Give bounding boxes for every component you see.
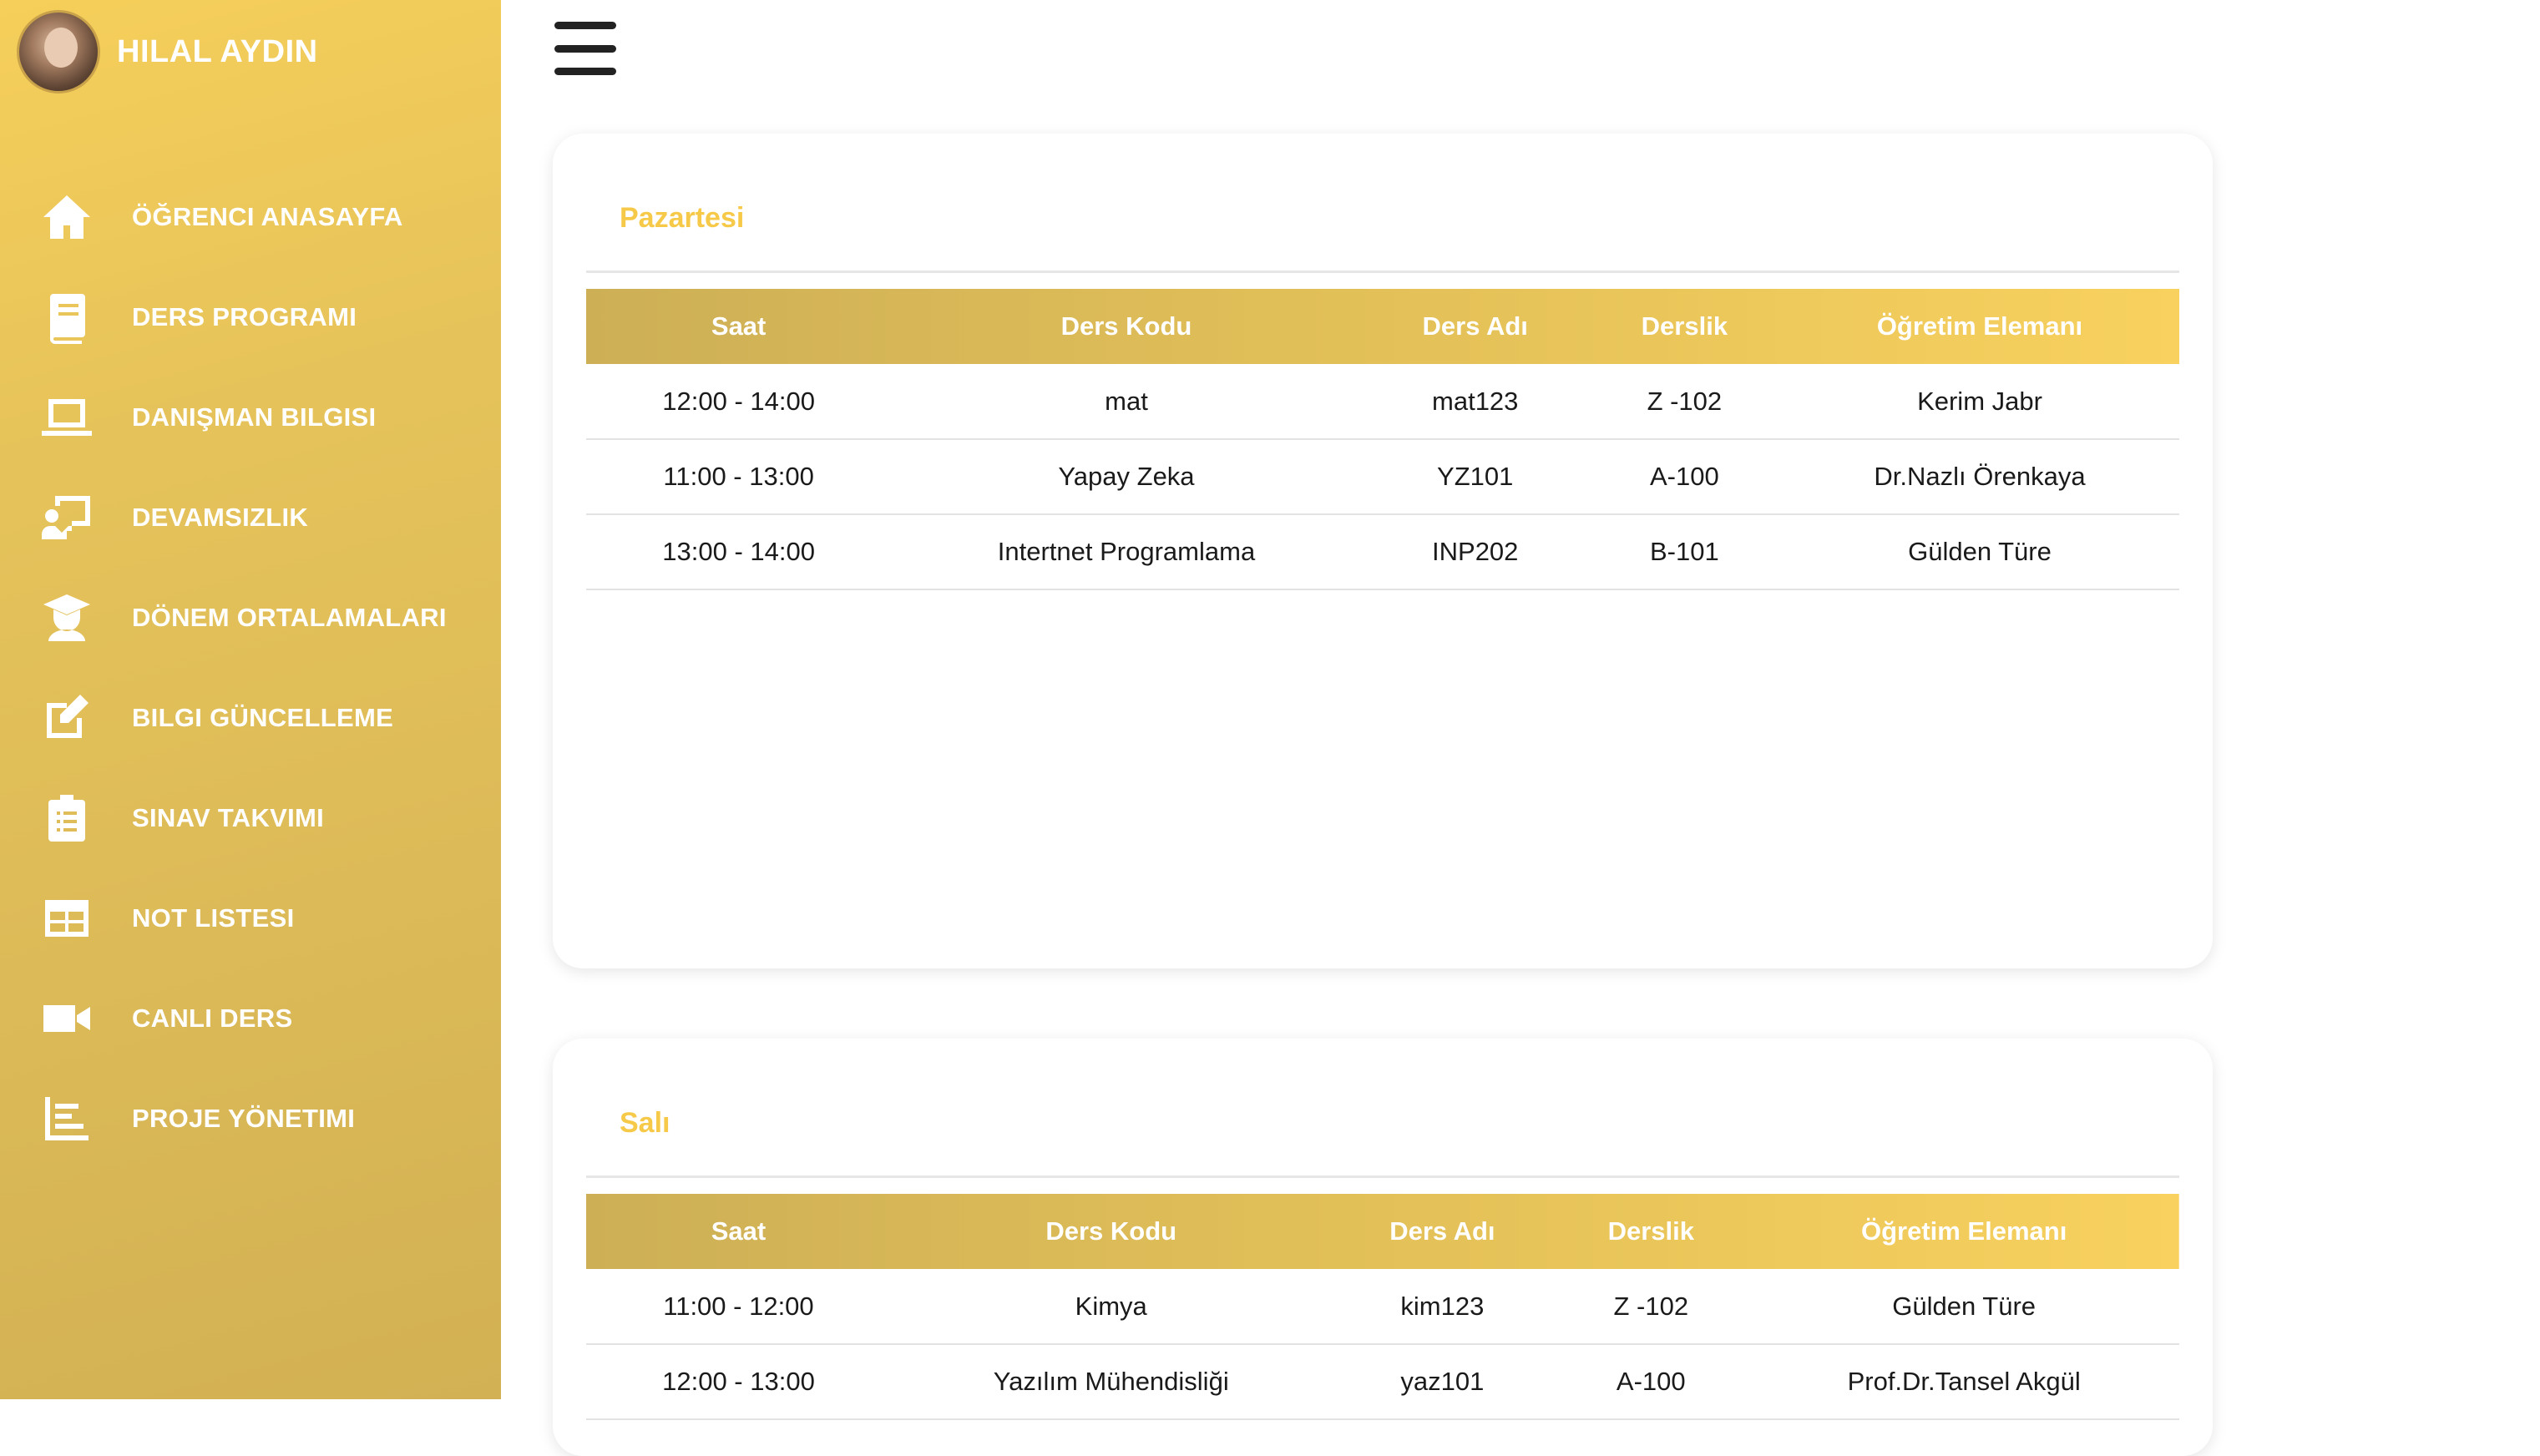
chart-bar-icon [37,1089,97,1149]
cell-ders-kodu: mat [891,364,1362,440]
avatar[interactable] [17,10,100,94]
column-header-ders-adi: Ders Adı [1422,311,1528,341]
cell-saat: 12:00 - 13:00 [586,1344,891,1420]
sidebar-item-label: BILGI GÜNCELLEME [132,703,394,732]
column-header-ders-kodu: Ders Kodu [1060,311,1192,341]
column-header-derslik: Derslik [1641,311,1728,341]
cell-derslik: Z -102 [1588,364,1780,440]
cell-saat: 12:00 - 14:00 [586,364,892,440]
cell-ders-adi: kim123 [1331,1269,1554,1345]
cell-ders-adi: INP202 [1361,514,1589,590]
cell-derslik: Z -102 [1553,1269,1749,1345]
cell-ders-adi: mat123 [1361,364,1589,440]
sidebar-item-label: SINAV TAKVIMI [132,803,325,832]
divider [586,1175,2179,1178]
cell-ders-adi: YZ101 [1361,439,1589,515]
edit-icon [37,688,97,748]
cell-ogretim-elemani: Gülden Türe [1748,1269,2179,1345]
cell-ders-kodu: Yapay Zeka [891,439,1362,515]
table-row: 12:00 - 13:00 Yazılım Mühendisliği yaz10… [586,1344,2179,1420]
cell-saat: 11:00 - 13:00 [586,439,892,515]
column-header-ders-adi: Ders Adı [1389,1216,1495,1246]
cell-ogretim-elemani: Dr.Nazlı Örenkaya [1780,439,2179,515]
sidebar-item-label: PROJE YÖNETIMI [132,1104,356,1133]
sidebar-item-label: DANIŞMAN BILGISI [132,402,377,432]
day-title: Salı [620,1107,670,1139]
column-header-ders-kodu: Ders Kodu [1045,1216,1177,1246]
table-row: 11:00 - 12:00 Kimya kim123 Z -102 Gülden… [586,1269,2179,1345]
sidebar-item-ders-programi[interactable]: DERS PROGRAMI [0,267,501,367]
day-title: Pazartesi [620,202,745,234]
sidebar-item-label: ÖĞRENCI ANASAYFA [132,202,403,231]
sidebar-item-label: DÖNEM ORTALAMALARI [132,603,447,632]
home-icon [37,187,97,247]
cell-ders-adi: yaz101 [1331,1344,1554,1420]
sidebar-item-proje-yonetimi[interactable]: PROJE YÖNETIMI [0,1069,501,1169]
column-header-saat: Saat [711,1216,767,1246]
cell-derslik: A-100 [1588,439,1780,515]
cell-ders-kodu: Kimya [890,1269,1332,1345]
user-profile[interactable]: HILAL AYDIN [17,10,318,94]
cell-saat: 13:00 - 14:00 [586,514,892,590]
sidebar-nav: ÖĞRENCI ANASAYFA DERS PROGRAMI DANIŞMAN … [0,167,501,1169]
divider [586,270,2179,273]
sidebar: HILAL AYDIN ÖĞRENCI ANASAYFA DERS PROGRA… [0,0,501,1399]
sidebar-item-danisman-bilgisi[interactable]: DANIŞMAN BILGISI [0,367,501,468]
cell-ogretim-elemani: Prof.Dr.Tansel Akgül [1748,1344,2179,1420]
column-header-ogretim-elemani: Öğretim Elemanı [1876,311,2083,341]
teacher-icon [37,488,97,548]
column-header-saat: Saat [711,311,767,341]
sidebar-item-ogrenci-anasayfa[interactable]: ÖĞRENCI ANASAYFA [0,167,501,267]
schedule-table: Saat Ders Kodu Ders Adı Derslik Öğretim … [586,1194,2179,1420]
column-header-ogretim-elemani: Öğretim Elemanı [1860,1216,2067,1246]
menu-toggle-button[interactable] [554,22,616,75]
sidebar-item-label: NOT LISTESI [132,903,295,933]
cell-saat: 11:00 - 12:00 [586,1269,891,1345]
table-row: 13:00 - 14:00 Intertnet Programlama INP2… [586,514,2179,590]
graduate-icon [37,588,97,648]
column-header-derslik: Derslik [1607,1216,1694,1246]
sidebar-item-label: DEVAMSIZLIK [132,503,309,532]
sidebar-item-not-listesi[interactable]: NOT LISTESI [0,868,501,968]
sidebar-item-devamsizlik[interactable]: DEVAMSIZLIK [0,468,501,568]
user-name: HILAL AYDIN [117,33,318,69]
table-header-row: Saat Ders Kodu Ders Adı Derslik Öğretim … [586,1194,2179,1269]
hamburger-icon [554,22,616,29]
day-card-sali: Salı Saat Ders Kodu Ders Adı Derslik Öğr… [553,1039,2213,1456]
schedule-table: Saat Ders Kodu Ders Adı Derslik Öğretim … [586,289,2179,590]
day-card-pazartesi: Pazartesi Saat Ders Kodu Ders Adı Dersli… [553,134,2213,968]
cell-ogretim-elemani: Gülden Türe [1780,514,2179,590]
table-icon [37,888,97,948]
cell-ders-kodu: Intertnet Programlama [891,514,1362,590]
table-row: 12:00 - 14:00 mat mat123 Z -102 Kerim Ja… [586,364,2179,440]
table-row: 11:00 - 13:00 Yapay Zeka YZ101 A-100 Dr.… [586,439,2179,515]
sidebar-item-label: DERS PROGRAMI [132,302,357,331]
sidebar-item-donem-ortalamalari[interactable]: DÖNEM ORTALAMALARI [0,568,501,668]
sidebar-item-sinav-takvimi[interactable]: SINAV TAKVIMI [0,768,501,868]
clipboard-list-icon [37,788,97,848]
cell-ogretim-elemani: Kerim Jabr [1780,364,2179,440]
laptop-icon [37,387,97,447]
cell-derslik: A-100 [1553,1344,1749,1420]
table-header-row: Saat Ders Kodu Ders Adı Derslik Öğretim … [586,289,2179,364]
sidebar-item-canli-ders[interactable]: CANLI DERS [0,968,501,1069]
cell-derslik: B-101 [1588,514,1780,590]
sidebar-item-bilgi-guncelleme[interactable]: BILGI GÜNCELLEME [0,668,501,768]
book-icon [37,287,97,347]
sidebar-item-label: CANLI DERS [132,1004,293,1033]
cell-ders-kodu: Yazılım Mühendisliği [890,1344,1332,1420]
video-icon [37,988,97,1049]
